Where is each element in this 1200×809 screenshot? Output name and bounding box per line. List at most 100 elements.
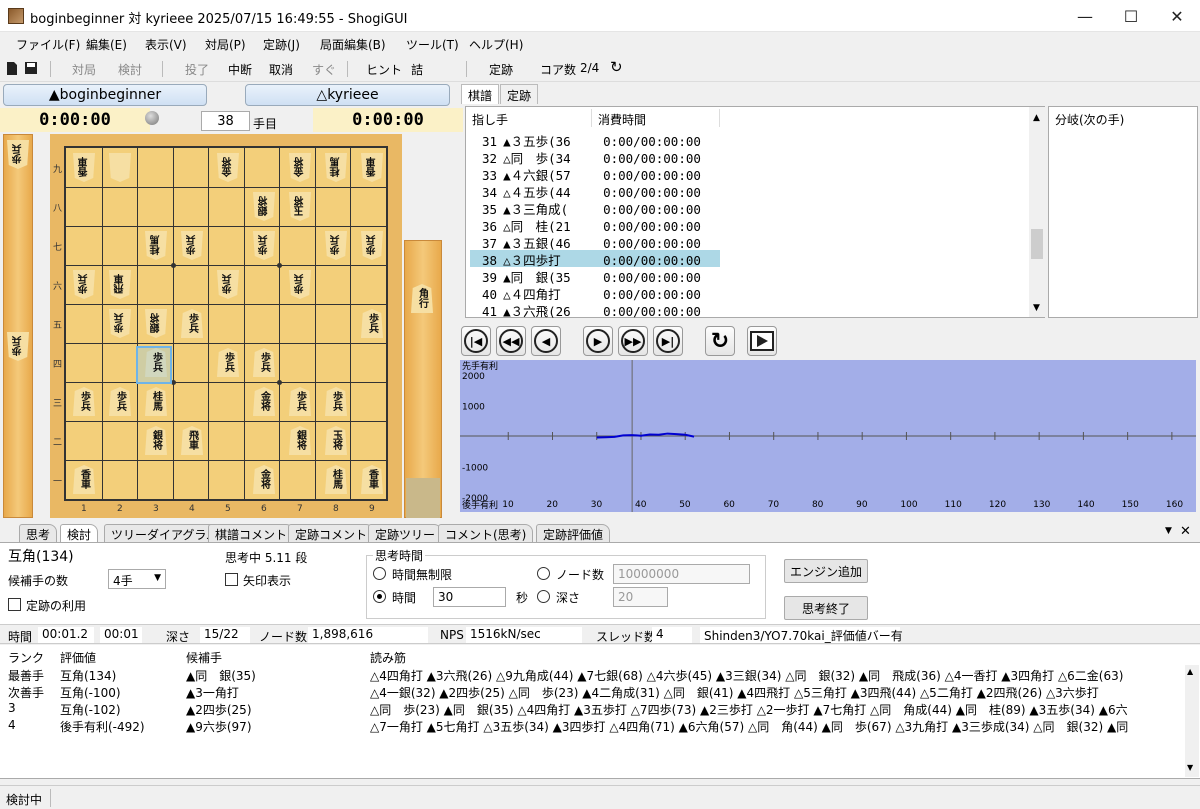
shogi-piece[interactable]: 銀将 xyxy=(251,190,277,222)
gote-hand-piece[interactable]: 歩兵 xyxy=(5,138,31,170)
shogi-piece[interactable]: 桂馬 xyxy=(143,229,169,261)
shogi-piece[interactable]: 歩兵 xyxy=(107,385,133,417)
tab-kifu[interactable]: 棋譜 xyxy=(461,84,500,104)
time-radio[interactable] xyxy=(373,590,386,603)
pv-move[interactable]: ▲2四歩(25) xyxy=(186,701,252,718)
kifu-col-move[interactable]: 指し手 xyxy=(472,111,508,128)
shogi-piece[interactable]: 飛車 xyxy=(179,424,205,456)
kifu-scroll-thumb[interactable] xyxy=(1031,229,1043,259)
shogi-piece[interactable]: 歩兵 xyxy=(107,307,133,339)
kifu-row[interactable]: 36 △同 桂(21 0:00/00:00:00 xyxy=(470,216,720,234)
pv-move[interactable]: ▲同 銀(35) xyxy=(186,667,256,684)
undo-button[interactable]: 取消 xyxy=(269,61,293,78)
candidates-select[interactable]: 4手 ▼ xyxy=(108,569,166,589)
kifu-scrollbar[interactable]: ▲ ▼ xyxy=(1029,107,1045,317)
forward-fast-button[interactable]: ▶▶ xyxy=(618,326,648,356)
use-joseki-checkbox[interactable] xyxy=(8,598,21,611)
menu-edit[interactable]: 編集(E) xyxy=(86,36,127,53)
unlimited-radio[interactable] xyxy=(373,567,386,580)
shogi-piece[interactable]: 銀将 xyxy=(287,424,313,456)
shogi-piece[interactable]: 歩兵 xyxy=(179,307,205,339)
depth-input[interactable]: 20 xyxy=(613,587,668,607)
menu-tools[interactable]: ツール(T) xyxy=(406,36,459,53)
stop-thinking-button[interactable]: 思考終了 xyxy=(784,596,868,620)
kifu-col-time[interactable]: 消費時間 xyxy=(598,111,646,128)
shogi-piece[interactable]: 金将 xyxy=(251,385,277,417)
shogi-piece[interactable]: 歩兵 xyxy=(359,307,385,339)
menu-help[interactable]: ヘルプ(H) xyxy=(469,36,523,53)
close-button[interactable]: ✕ xyxy=(1154,0,1200,32)
menu-joseki[interactable]: 定跡(J) xyxy=(263,36,300,53)
shogi-piece[interactable]: 香車 xyxy=(359,463,385,495)
tab-kifu-comment[interactable]: 棋譜コメント xyxy=(208,524,295,542)
back-fast-button[interactable]: ◀◀ xyxy=(496,326,526,356)
maximize-button[interactable]: ☐ xyxy=(1108,0,1154,32)
tab-joseki-comment[interactable]: 定跡コメント xyxy=(288,524,375,542)
pv-col-line[interactable]: 読み筋 xyxy=(370,649,406,666)
shogi-piece[interactable]: 歩兵 xyxy=(323,229,349,261)
shogi-piece[interactable]: 香車 xyxy=(71,151,97,183)
tab-joseki-tree[interactable]: 定跡ツリー xyxy=(368,524,443,542)
pv-move[interactable]: ▲3一角打 xyxy=(186,684,239,701)
kifu-row[interactable]: 34 △４五歩(44 0:00/00:00:00 xyxy=(470,182,720,200)
mate-button[interactable]: 詰 xyxy=(411,61,423,78)
tab-tree-diagram[interactable]: ツリーダイアグラム xyxy=(104,524,226,542)
kifu-row[interactable]: 35 ▲３三角成(0:00/00:00:00 xyxy=(470,199,720,217)
node-radio[interactable] xyxy=(537,567,550,580)
back-button[interactable]: ◀ xyxy=(531,326,561,356)
sente-hand-piece[interactable]: 角行 xyxy=(409,282,435,314)
shogi-piece[interactable]: 金将 xyxy=(251,463,277,495)
kifu-row[interactable]: 37 ▲３五銀(46 0:00/00:00:00 xyxy=(470,233,720,251)
pv-line[interactable]: △4四角打 ▲3六飛(26) △9九角成(44) ▲7七銀(68) △4六歩(4… xyxy=(370,667,1123,684)
shogi-piece[interactable]: 銀将 xyxy=(143,424,169,456)
shogi-piece[interactable]: 歩兵 xyxy=(179,229,205,261)
shogi-piece[interactable]: 桂馬 xyxy=(143,385,169,417)
shogi-piece[interactable] xyxy=(107,151,133,183)
shogi-piece[interactable]: 銀将 xyxy=(143,307,169,339)
shogi-piece[interactable]: 歩兵 xyxy=(251,346,277,378)
pv-line[interactable]: △7一角打 ▲5七角打 △3五歩(34) ▲3四歩打 △4四角(71) ▲6六角… xyxy=(370,718,1128,735)
kifu-row[interactable]: 41 ▲３六飛(26 0:00/00:00:00 xyxy=(470,301,720,319)
kifu-row[interactable]: 39 ▲同 銀(35 0:00/00:00:00 xyxy=(470,267,720,285)
kifu-row[interactable]: 40 △４四角打 0:00/00:00:00 xyxy=(470,284,720,302)
shogi-piece[interactable]: 金将 xyxy=(215,151,241,183)
menu-file[interactable]: ファイル(F) xyxy=(16,36,80,53)
tab-analysis[interactable]: 検討 xyxy=(60,524,99,542)
shogi-piece[interactable]: 歩兵 xyxy=(323,385,349,417)
shogi-piece[interactable]: 金将 xyxy=(287,151,313,183)
pv-line[interactable]: △同 歩(23) ▲同 銀(35) △4四角打 ▲3五歩打 △7四歩(73) ▲… xyxy=(370,701,1128,718)
save-icon[interactable] xyxy=(24,61,38,75)
new-file-icon[interactable] xyxy=(6,61,18,76)
pv-col-move[interactable]: 候補手 xyxy=(186,649,222,666)
analyze-button[interactable]: 検討 xyxy=(118,61,142,78)
menu-position-edit[interactable]: 局面編集(B) xyxy=(320,36,386,53)
tab-joseki[interactable]: 定跡 xyxy=(500,84,539,104)
menu-game[interactable]: 対局(P) xyxy=(205,36,246,53)
first-move-button[interactable]: |◀ xyxy=(461,326,491,356)
pv-col-eval[interactable]: 評価値 xyxy=(60,649,96,666)
pv-line[interactable]: △4一銀(32) ▲2四歩(25) △同 歩(23) ▲4二角成(31) △同 … xyxy=(370,684,1099,701)
tab-comment-thinking[interactable]: コメント(思考) xyxy=(438,524,534,542)
pv-scrollbar[interactable]: ▲ ▼ xyxy=(1185,665,1199,777)
shogi-piece[interactable]: 歩兵 xyxy=(287,385,313,417)
kifu-row[interactable]: 38 △３四歩打 0:00/00:00:00 xyxy=(470,250,720,268)
kifu-row[interactable]: 31 ▲３五歩(36 0:00/00:00:00 xyxy=(470,131,720,149)
minimize-button[interactable]: — xyxy=(1062,0,1108,32)
shogi-piece[interactable]: 飛車 xyxy=(107,268,133,300)
joseki-button[interactable]: 定跡 xyxy=(489,61,513,78)
shogi-piece[interactable]: 桂馬 xyxy=(323,463,349,495)
resign-button[interactable]: 投了 xyxy=(185,61,209,78)
dropdown-icon[interactable]: ▼ xyxy=(1165,526,1172,536)
hint-button[interactable]: ヒント xyxy=(366,61,402,78)
pv-move[interactable]: ▲9六歩(97) xyxy=(186,718,252,735)
kifu-row[interactable]: 33 ▲４六銀(57 0:00/00:00:00 xyxy=(470,165,720,183)
shogi-piece[interactable]: 歩兵 xyxy=(251,229,277,261)
shogi-piece[interactable]: 歩兵 xyxy=(287,268,313,300)
shogi-piece[interactable]: 香車 xyxy=(71,463,97,495)
shogi-piece[interactable]: 桂馬 xyxy=(323,151,349,183)
play-button[interactable]: 対局 xyxy=(72,61,96,78)
depth-radio[interactable] xyxy=(537,590,550,603)
abort-button[interactable]: 中断 xyxy=(228,61,252,78)
gote-hand-piece[interactable]: 歩兵 xyxy=(5,330,31,362)
kifu-row[interactable]: 32 △同 歩(34 0:00/00:00:00 xyxy=(470,148,720,166)
